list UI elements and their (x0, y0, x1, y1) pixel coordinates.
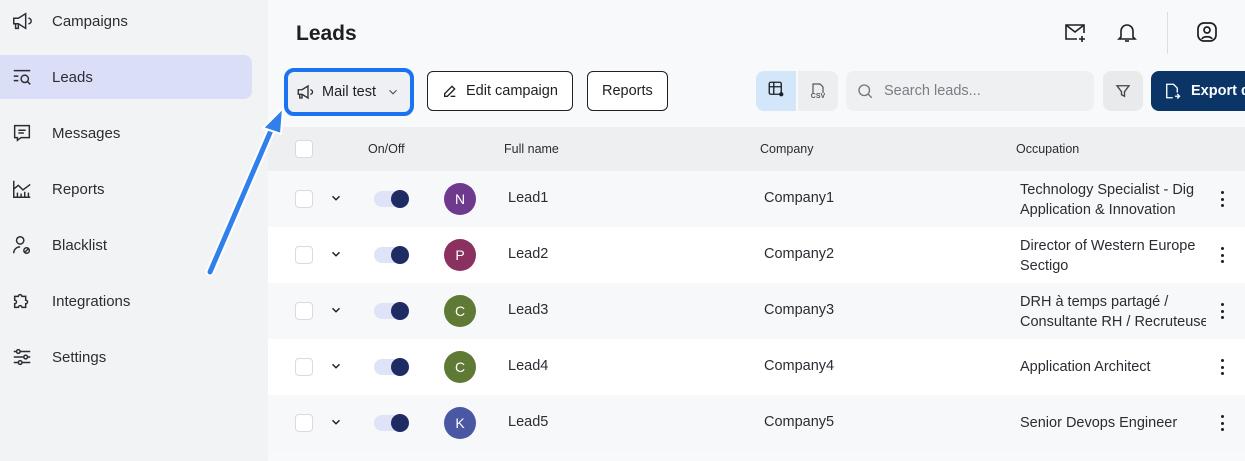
annotation-arrow (205, 107, 284, 277)
